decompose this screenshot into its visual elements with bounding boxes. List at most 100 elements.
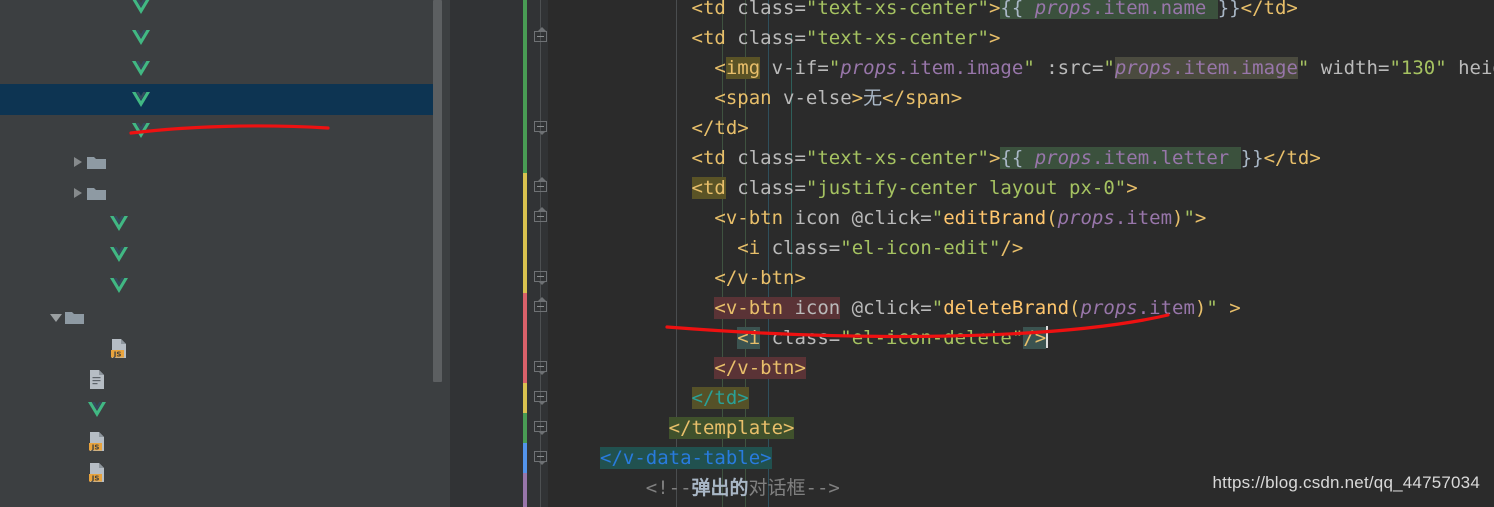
code-line-36[interactable]: </template> [600, 413, 795, 443]
code-line-30[interactable]: <i class="el-icon-edit"/> [600, 233, 1023, 263]
code-line-37[interactable]: </v-data-table> [600, 443, 772, 473]
fold-marker-open[interactable] [534, 361, 549, 375]
code-line-partial-below: <v-dialog width="500" v-model="show" per… [600, 503, 1309, 507]
code-editor[interactable]: <td class="text-xs-center">{{ props.item… [450, 0, 1494, 507]
fold-marker-open[interactable] [534, 421, 549, 435]
fold-marker-open[interactable] [534, 121, 549, 135]
line-number [450, 473, 490, 503]
vcs-stripe-segment[interactable] [523, 383, 527, 413]
tree-item-layout-vue[interactable] [0, 239, 450, 270]
fold-marker-open[interactable] [534, 391, 549, 405]
code-line-25[interactable]: <span v-else>无</span> [600, 83, 962, 113]
code-token: "justify-center layout px-0" [805, 177, 1127, 199]
tree-item--gitrepo[interactable] [0, 363, 450, 394]
tree-item-index-js[interactable]: JS [0, 332, 450, 363]
tree-item-category-vue[interactable] [0, 0, 450, 22]
ide-window: JS JS JS <td class="text-xs-center">{{ pro… [0, 0, 1494, 507]
vcs-stripe-segment[interactable] [523, 473, 527, 507]
project-tree-panel: JS JS JS [0, 0, 450, 507]
code-content[interactable]: <td class="text-xs-center">{{ props.item… [548, 0, 1494, 507]
code-line-32[interactable]: <v-btn icon @click="deleteBrand(props.it… [600, 293, 1241, 323]
tree-item-trade[interactable] [0, 146, 450, 177]
tree-item-router[interactable] [0, 301, 450, 332]
code-line-22[interactable]: <td class="text-xs-center">{{ props.item… [600, 0, 1298, 23]
code-token: <td [691, 147, 726, 169]
code-token: @click= [840, 297, 932, 319]
code-token: .item.letter [1091, 147, 1230, 169]
tree-item-dashboard-vue[interactable] [0, 208, 450, 239]
code-token: v-else [771, 87, 852, 109]
line-number [450, 263, 490, 293]
vue-file-icon [108, 239, 130, 270]
code-token: </td> [1240, 0, 1298, 19]
code-token: /> [1023, 327, 1047, 349]
code-line-23[interactable]: <td class="text-xs-center"> [600, 23, 1001, 53]
chevron-down-icon[interactable] [50, 301, 64, 332]
tree-item-http-js[interactable]: JS [0, 456, 450, 487]
tree-item-goodsform-vue[interactable] [0, 53, 450, 84]
fold-marker-close[interactable] [534, 27, 549, 45]
chevron-right-icon[interactable] [72, 146, 86, 177]
code-token: < [714, 57, 726, 79]
tree-item-mybrandform-vue[interactable] [0, 115, 450, 146]
code-line-24[interactable]: <img v-if="props.item.image" :src="props… [600, 53, 1494, 83]
vcs-stripe-segment[interactable] [523, 0, 527, 173]
code-token: "text-xs-center" [805, 27, 989, 49]
vcs-stripe-segment[interactable] [523, 413, 527, 443]
tree-item-app-vue[interactable] [0, 394, 450, 425]
fold-marker-open[interactable] [534, 271, 549, 285]
watermark-url: https://blog.csdn.net/qq_44757034 [1212, 473, 1480, 492]
tree-item-login-vue[interactable] [0, 270, 450, 301]
fold-marker-open[interactable] [534, 451, 549, 465]
project-tree-list: JS JS JS [0, 0, 450, 487]
code-line-31[interactable]: </v-btn> [600, 263, 806, 293]
text-caret [1046, 326, 1049, 348]
line-number [450, 173, 490, 203]
fold-marker-close[interactable] [534, 207, 549, 225]
code-token: class= [725, 177, 806, 199]
line-number [450, 143, 490, 173]
code-token: </span> [882, 87, 963, 109]
tree-scrollbar-thumb[interactable] [433, 0, 442, 382]
code-token: </td> [691, 387, 749, 409]
chevron-right-icon[interactable] [72, 177, 86, 208]
fold-marker-close[interactable] [534, 297, 549, 315]
code-token: <td [691, 0, 726, 19]
tree-item-mybrand-vue[interactable] [0, 84, 450, 115]
code-line-26[interactable]: </td> [600, 113, 749, 143]
code-token: props [1114, 57, 1173, 79]
code-line-35[interactable]: </td> [600, 383, 749, 413]
code-line-33[interactable]: <i class="el-icon-delete"/> [600, 323, 1049, 353]
doc-file-icon [86, 363, 108, 394]
code-token: > [988, 147, 1001, 169]
tree-item-goods-vue[interactable] [0, 22, 450, 53]
vcs-stripe-segment[interactable] [523, 443, 527, 473]
vcs-stripe-segment[interactable] [523, 173, 527, 293]
code-token: 无 [863, 87, 883, 109]
code-token: }} [1240, 147, 1264, 169]
editor-gutter[interactable] [450, 0, 548, 507]
code-token: height= [1458, 57, 1494, 79]
tree-item-config-js[interactable]: JS [0, 425, 450, 456]
code-token: props [840, 57, 898, 79]
code-token: <i [737, 237, 761, 259]
js-file-icon: JS [108, 332, 130, 363]
tree-item-user[interactable] [0, 177, 450, 208]
code-line-29[interactable]: <v-btn icon @click="editBrand(props.item… [600, 203, 1206, 233]
code-line-38[interactable]: <!--弹出的对话框--> [600, 473, 840, 503]
code-token: <i [737, 327, 761, 349]
code-line-34[interactable]: </v-btn> [600, 353, 806, 383]
code-line-28[interactable]: <td class="justify-center layout px-0"> [600, 173, 1138, 203]
vcs-stripe-segment[interactable] [523, 293, 527, 383]
code-token: "text-xs-center" [805, 0, 989, 19]
code-line-27[interactable]: <td class="text-xs-center">{{ props.item… [600, 143, 1321, 173]
fold-marker-close[interactable] [534, 177, 549, 195]
line-number [450, 383, 490, 413]
